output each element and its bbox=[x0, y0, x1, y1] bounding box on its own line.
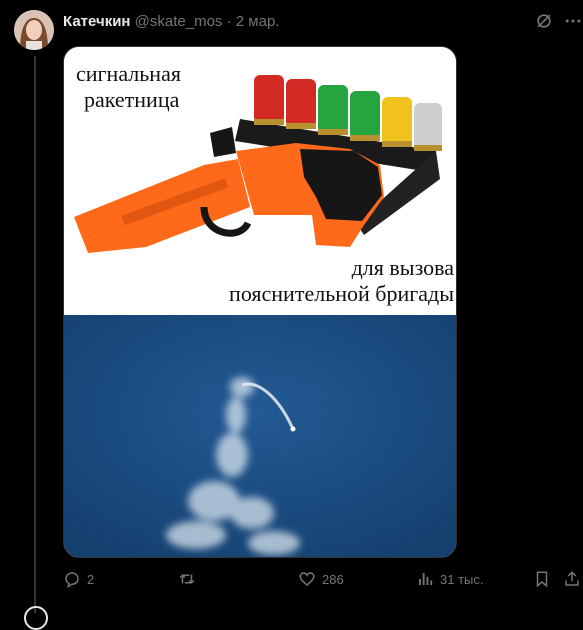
tweet-media[interactable]: сигнальная ракетница для вызова поясните… bbox=[63, 46, 457, 558]
thread-line bbox=[34, 56, 36, 613]
tweet-header: Катечкин @skate_mos · 2 мар. bbox=[63, 13, 523, 31]
avatar[interactable] bbox=[14, 10, 54, 50]
reply-button[interactable]: 2 bbox=[63, 569, 94, 589]
meme-bottom-panel bbox=[64, 315, 456, 557]
tweet-date[interactable]: 2 мар. bbox=[236, 13, 280, 30]
meme-caption-bottom: для вызова пояснительной бригады bbox=[204, 255, 454, 307]
views-count: 31 тыс. bbox=[440, 571, 484, 587]
author-name[interactable]: Катечкин bbox=[63, 13, 131, 30]
bookmark-icon bbox=[536, 571, 548, 588]
retweet-button[interactable] bbox=[178, 569, 202, 589]
reply-count: 2 bbox=[87, 571, 95, 587]
next-tweet-avatar bbox=[24, 606, 48, 630]
grok-icon[interactable] bbox=[534, 11, 556, 33]
share-icon bbox=[565, 571, 579, 586]
like-count: 286 bbox=[322, 571, 344, 587]
avatar-image bbox=[14, 10, 54, 50]
flare-sky-photo bbox=[64, 315, 456, 557]
caption-bottom-line-2: пояснительной бригады bbox=[229, 281, 454, 306]
tweet-actions: 2 286 31 тыс. bbox=[63, 569, 583, 591]
separator-dot: · bbox=[226, 13, 232, 30]
share-button[interactable] bbox=[563, 569, 581, 589]
caption-bottom-line-1: для вызова bbox=[351, 255, 454, 280]
meme-caption-top: сигнальная ракетница bbox=[76, 61, 236, 113]
caption-top-line-1: сигнальная bbox=[76, 61, 181, 86]
heart-icon bbox=[299, 572, 315, 586]
reply-icon bbox=[65, 572, 79, 588]
author-handle[interactable]: @skate_mos bbox=[135, 13, 223, 30]
bookmark-button[interactable] bbox=[533, 569, 551, 589]
views-icon bbox=[419, 573, 433, 585]
views-button[interactable]: 31 тыс. bbox=[416, 569, 483, 589]
retweet-icon bbox=[179, 574, 195, 584]
meme-top-panel: сигнальная ракетница для вызова поясните… bbox=[64, 47, 456, 315]
caption-top-line-2: ракетница bbox=[84, 87, 180, 112]
like-button[interactable]: 286 bbox=[298, 569, 344, 589]
more-icon[interactable] bbox=[563, 11, 583, 33]
